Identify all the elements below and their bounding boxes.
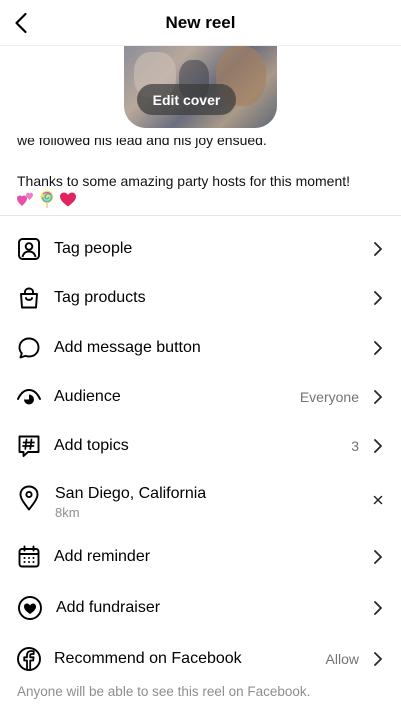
edit-cover-button[interactable]: Edit cover — [137, 84, 236, 115]
caption-text[interactable]: Thanks to some amazing party hosts for t… — [17, 172, 387, 191]
two-hearts-emoji — [17, 192, 33, 206]
caption-text-cut[interactable]: we followed his lead and his joy ensued. — [17, 138, 387, 150]
reel-cover-thumbnail[interactable]: Edit cover — [124, 46, 277, 128]
fundraiser-heart-icon — [17, 595, 43, 621]
chevron-right-icon — [372, 241, 384, 257]
caption-emojis — [17, 190, 77, 208]
page-title: New reel — [165, 13, 236, 32]
tag-products-row[interactable]: Tag products — [0, 274, 401, 322]
calendar-icon — [16, 544, 42, 570]
recommend-on-facebook-label: Recommend on Facebook — [54, 650, 242, 667]
facebook-icon — [16, 646, 42, 672]
chevron-right-icon — [372, 549, 384, 565]
chevron-right-icon — [372, 651, 384, 667]
lollipop-emoji — [40, 190, 54, 208]
add-topics-label: Add topics — [54, 437, 129, 454]
audience-row[interactable]: Audience Everyone — [0, 373, 401, 421]
eye-icon — [16, 384, 42, 410]
close-icon — [373, 495, 383, 505]
audience-label: Audience — [54, 388, 121, 405]
caption-cut-line: we followed his lead and his joy ensued. — [17, 138, 267, 148]
top-bar: New reel — [0, 0, 401, 46]
add-reminder-label: Add reminder — [54, 548, 151, 565]
location-name: San Diego, California — [55, 485, 207, 502]
chevron-right-icon — [372, 389, 384, 405]
audience-value: Everyone — [299, 389, 359, 405]
topics-count: 3 — [351, 438, 359, 454]
location-pin-icon — [16, 485, 42, 511]
tag-people-label: Tag people — [54, 240, 133, 257]
facebook-visibility-note: Anyone will be able to see this reel on … — [17, 684, 311, 699]
shopping-bag-icon — [16, 285, 42, 311]
divider — [0, 215, 401, 216]
red-heart-emoji — [60, 192, 76, 207]
add-topics-row[interactable]: Add topics 3 — [0, 422, 401, 470]
location-distance: 8km — [55, 505, 80, 520]
add-message-button-row[interactable]: Add message button — [0, 324, 401, 372]
tag-people-row[interactable]: Tag people — [0, 225, 401, 273]
chevron-right-icon — [372, 290, 384, 306]
recommend-on-facebook-row[interactable]: Recommend on Facebook Allow — [0, 635, 401, 683]
add-reminder-row[interactable]: Add reminder — [0, 533, 401, 581]
chevron-right-icon — [372, 438, 384, 454]
tag-products-label: Tag products — [54, 289, 146, 306]
facebook-value: Allow — [325, 651, 359, 667]
hashtag-icon — [16, 433, 42, 459]
speech-bubble-icon — [16, 335, 42, 361]
remove-location-button[interactable] — [369, 491, 387, 509]
chevron-right-icon — [372, 340, 384, 356]
add-message-button-label: Add message button — [54, 339, 201, 356]
add-fundraiser-row[interactable]: Add fundraiser — [0, 584, 401, 632]
chevron-right-icon — [372, 600, 384, 616]
add-fundraiser-label: Add fundraiser — [56, 599, 161, 616]
tag-person-icon — [16, 236, 42, 262]
